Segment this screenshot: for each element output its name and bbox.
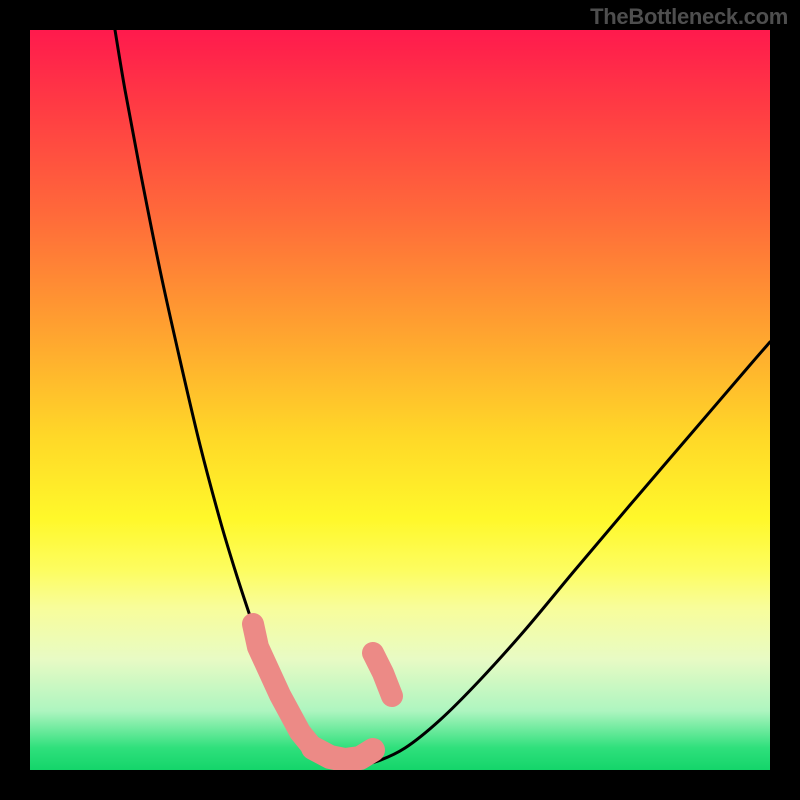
curve-layer [30, 30, 770, 770]
bottleneck-curve [115, 30, 770, 765]
curve-marker-run [373, 653, 392, 696]
plot-area [30, 30, 770, 770]
curve-marker-run [313, 748, 373, 760]
chart-frame: TheBottleneck.com [0, 0, 800, 800]
watermark-text: TheBottleneck.com [590, 4, 788, 30]
curve-marker-run [253, 624, 313, 748]
